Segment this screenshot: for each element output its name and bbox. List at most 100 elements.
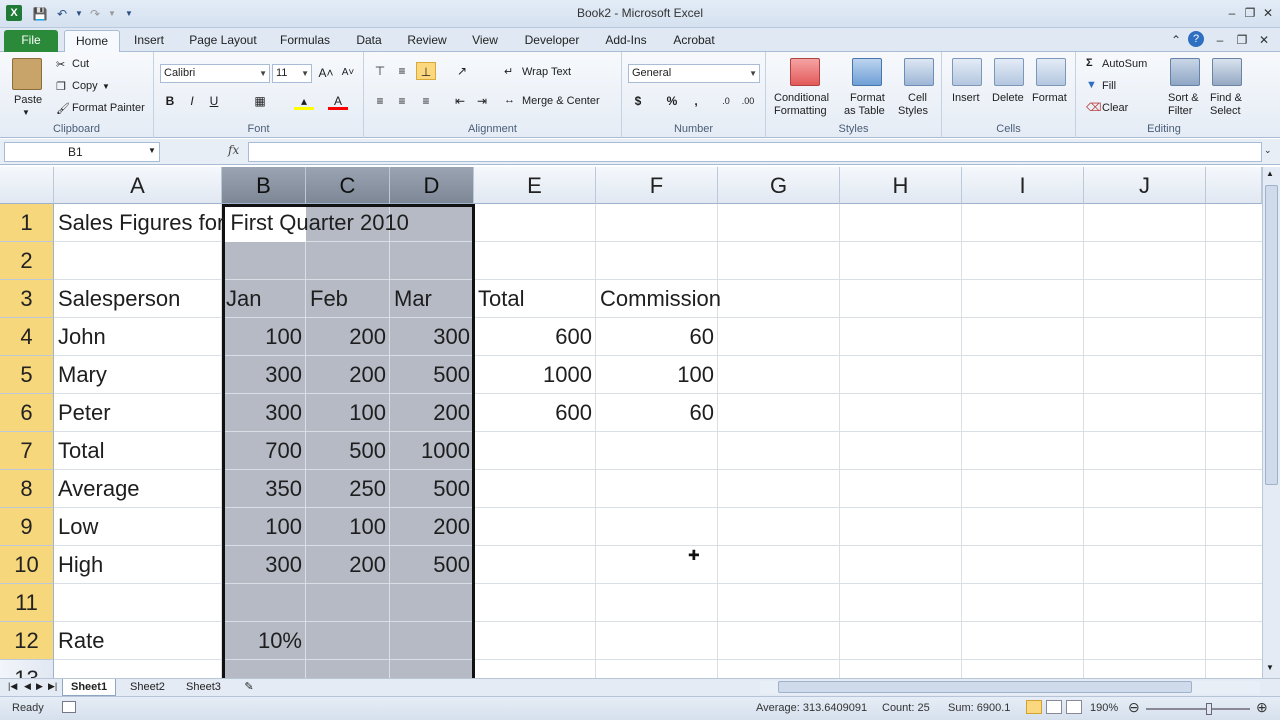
ribbon-collapse-icon[interactable]: ⌃	[1166, 31, 1186, 49]
fill-icon[interactable]: ▼	[1086, 79, 1097, 91]
column-header-g[interactable]: G	[718, 167, 840, 204]
format-cells-button[interactable]: Format	[1032, 92, 1067, 104]
wrap-text-button[interactable]: Wrap Text	[522, 66, 571, 78]
row-header-10[interactable]: 10	[0, 546, 54, 584]
cell-a9[interactable]: Low	[54, 508, 222, 546]
row-header-4[interactable]: 4	[0, 318, 54, 356]
format-cells-icon[interactable]	[1036, 58, 1066, 86]
column-header-j[interactable]: J	[1084, 167, 1206, 204]
insert-cells-button[interactable]: Insert	[952, 92, 980, 104]
copy-button[interactable]: Copy	[72, 80, 98, 92]
tab-developer[interactable]: Developer	[518, 32, 586, 52]
borders-icon[interactable]: ▦	[250, 92, 270, 110]
align-right-icon[interactable]: ≡	[416, 92, 436, 110]
cell-f4[interactable]: 60	[596, 318, 718, 356]
help-icon[interactable]: ?	[1188, 31, 1204, 47]
tab-insert[interactable]: Insert	[126, 32, 172, 52]
zoom-level[interactable]: 190%	[1090, 702, 1118, 714]
cell-d6[interactable]: 200	[390, 394, 474, 432]
row-header-9[interactable]: 9	[0, 508, 54, 546]
font-size-combo[interactable]: 11 ▼	[272, 64, 312, 83]
increase-decimal-icon[interactable]: .0	[716, 92, 736, 110]
cell-d3[interactable]: Mar	[390, 280, 474, 318]
insert-sheet-icon[interactable]: ✎	[240, 680, 258, 695]
cell-c10[interactable]: 200	[306, 546, 390, 584]
row-header-5[interactable]: 5	[0, 356, 54, 394]
zoom-slider[interactable]	[1146, 703, 1250, 715]
font-color-icon[interactable]: A	[328, 92, 348, 110]
align-left-icon[interactable]: ≡	[370, 92, 390, 110]
row-header-7[interactable]: 7	[0, 432, 54, 470]
cell-e5[interactable]: 1000	[474, 356, 596, 394]
column-header-c[interactable]: C	[306, 167, 390, 204]
cell-e6[interactable]: 600	[474, 394, 596, 432]
decrease-decimal-icon[interactable]: .00	[738, 92, 758, 110]
paste-icon[interactable]	[12, 58, 42, 90]
hscroll-thumb[interactable]	[778, 681, 1192, 693]
cell-c8[interactable]: 250	[306, 470, 390, 508]
sort-filter-label-1[interactable]: Sort &	[1168, 92, 1199, 104]
copy-icon[interactable]: ❐	[56, 80, 66, 93]
insert-function-icon[interactable]: fx	[228, 143, 239, 157]
number-format-combo[interactable]: General ▼	[628, 64, 760, 83]
cell-b6[interactable]: 300	[222, 394, 306, 432]
first-sheet-icon[interactable]: |◀	[8, 681, 17, 692]
scroll-down-icon[interactable]: ▼	[1266, 663, 1274, 672]
cell-styles-label-2[interactable]: Styles	[898, 105, 928, 117]
sheet-tab-1[interactable]: Sheet1	[62, 679, 117, 696]
column-header-e[interactable]: E	[474, 167, 596, 204]
tab-acrobat[interactable]: Acrobat	[666, 32, 722, 52]
comma-style-icon[interactable]: ,	[686, 92, 706, 110]
column-header-partial[interactable]	[1206, 167, 1262, 204]
column-header-d[interactable]: D	[390, 167, 474, 204]
italic-icon[interactable]: I	[182, 92, 202, 110]
bold-icon[interactable]: B	[160, 92, 180, 110]
insert-cells-icon[interactable]	[952, 58, 982, 86]
autosum-button[interactable]: AutoSum	[1102, 58, 1147, 70]
vertical-scrollbar[interactable]: ▲ ▼	[1262, 167, 1280, 678]
merge-center-icon[interactable]: ↔	[504, 94, 515, 106]
tab-add-ins[interactable]: Add-Ins	[598, 32, 654, 52]
cell-f3[interactable]: Commission	[596, 280, 721, 318]
column-header-i[interactable]: I	[962, 167, 1084, 204]
tab-review[interactable]: Review	[402, 32, 452, 52]
cell-a1[interactable]: Sales Figures for First Quarter 2010	[54, 204, 409, 242]
cell-a12[interactable]: Rate	[54, 622, 222, 660]
decrease-indent-icon[interactable]: ⇤	[450, 92, 470, 110]
column-header-f[interactable]: F	[596, 167, 718, 204]
close-icon[interactable]: ✕	[1258, 4, 1278, 22]
cell-c6[interactable]: 100	[306, 394, 390, 432]
column-header-a[interactable]: A	[54, 167, 222, 204]
last-sheet-icon[interactable]: ▶|	[48, 681, 57, 692]
zoom-slider-thumb[interactable]	[1206, 703, 1212, 715]
cell-d8[interactable]: 500	[390, 470, 474, 508]
name-box[interactable]: B1	[4, 142, 160, 162]
tab-data[interactable]: Data	[348, 32, 390, 52]
font-name-combo[interactable]: Calibri ▼	[160, 64, 270, 83]
select-all-corner[interactable]	[0, 167, 54, 204]
conditional-formatting-label-2[interactable]: Formatting	[774, 105, 827, 117]
row-header-11[interactable]: 11	[0, 584, 54, 622]
macro-record-icon[interactable]	[62, 701, 76, 713]
row-header-3[interactable]: 3	[0, 280, 54, 318]
format-painter-icon[interactable]: 🖌	[56, 102, 70, 115]
fill-color-icon[interactable]: ▴	[294, 92, 314, 110]
currency-icon[interactable]: $	[628, 92, 648, 110]
normal-view-icon[interactable]	[1026, 700, 1042, 714]
align-top-icon[interactable]: ⊤	[370, 62, 390, 80]
cell-a8[interactable]: Average	[54, 470, 222, 508]
underline-icon[interactable]: U	[204, 92, 224, 110]
scroll-up-icon[interactable]: ▲	[1266, 169, 1274, 178]
zoom-out-icon[interactable]: ⊖	[1128, 699, 1140, 716]
cell-b9[interactable]: 100	[222, 508, 306, 546]
restore-icon[interactable]: ❐	[1240, 4, 1260, 22]
cell-styles-icon[interactable]	[904, 58, 934, 86]
sheet-tab-2[interactable]: Sheet2	[122, 679, 173, 696]
zoom-in-icon[interactable]: ⊕	[1256, 699, 1268, 716]
name-box-dropdown-icon[interactable]: ▼	[148, 146, 156, 155]
row-header-1[interactable]: 1	[0, 204, 54, 242]
prev-sheet-icon[interactable]: ◀	[24, 681, 31, 692]
cell-c4[interactable]: 200	[306, 318, 390, 356]
delete-cells-button[interactable]: Delete	[992, 92, 1024, 104]
tab-page-layout[interactable]: Page Layout	[186, 32, 260, 52]
